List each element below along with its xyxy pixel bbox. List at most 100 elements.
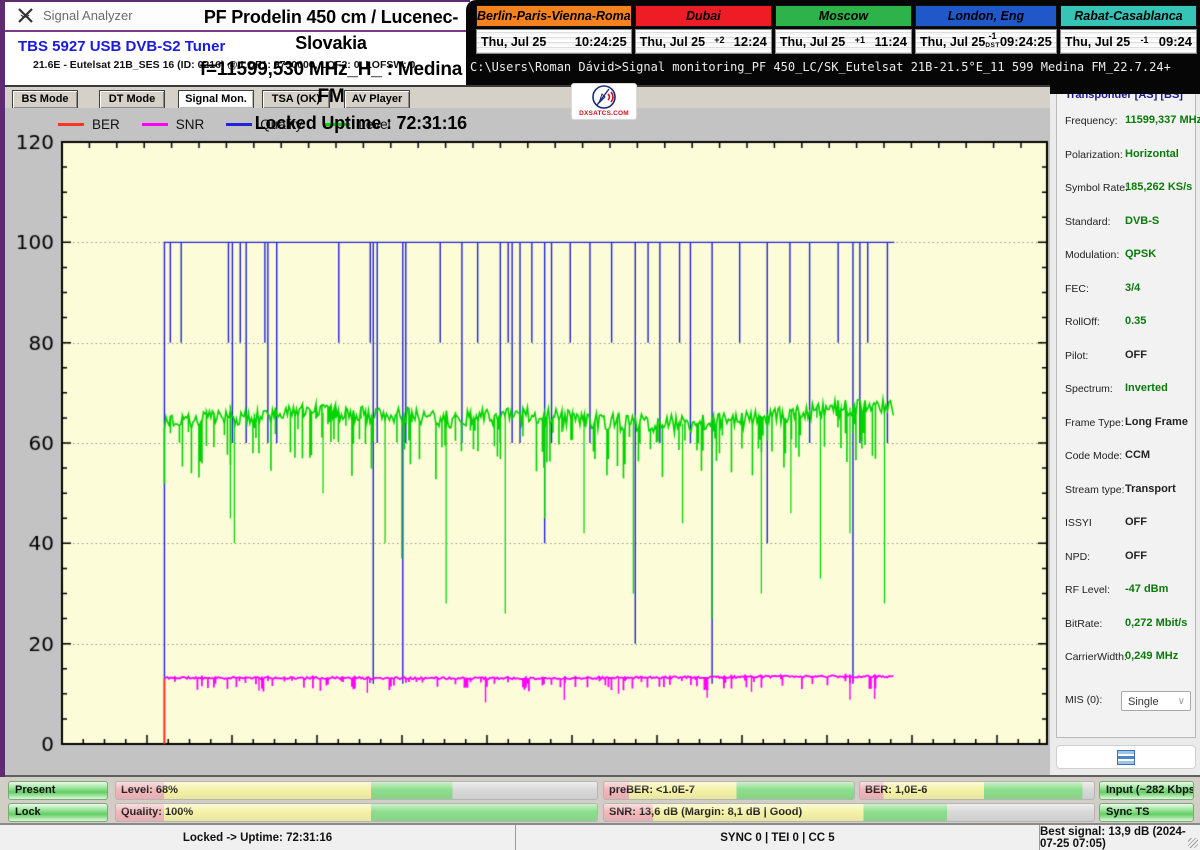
panel-label: FEC: <box>1065 282 1089 295</box>
clock-utc-offset: +2 <box>714 34 725 45</box>
panel-value: 0.35 <box>1125 315 1147 327</box>
window-title: Signal Analyzer <box>43 8 133 23</box>
clock-utc-offset: +1 <box>854 34 865 45</box>
panel-label: NPD: <box>1065 550 1091 563</box>
site-dish-location: PF Prodelin 450 cm / Lucenec-Slovakia <box>203 7 459 53</box>
panel-label: Frequency: <box>1065 115 1118 127</box>
clock-datetime: Thu, Jul 25 10:24:25 <box>476 29 632 54</box>
panel-value: CCM <box>1125 449 1151 461</box>
panel-label: Pilot: <box>1065 349 1089 362</box>
progress-bar-level: Level: 68% <box>115 781 598 800</box>
signal-analyzer-icon <box>17 7 34 29</box>
transport-stream-icon <box>1117 749 1135 765</box>
panel-value: OFF <box>1125 516 1147 528</box>
clock-city-label: Dubai <box>634 5 772 27</box>
transponder-side-panel: Transponder [AS] [BS] Frequency: 11599,33… <box>1050 85 1200 778</box>
status-button-present[interactable]: Present <box>8 781 108 800</box>
panel-value: DVB-S <box>1125 214 1160 227</box>
statusbar: Locked -> Uptime: 72:31:16 SYNC 0 | TEI … <box>0 823 1200 850</box>
statusbar-best-signal: Best signal: 13,9 dB (2024-07-25 07:05) <box>1040 825 1186 850</box>
panel-label: Spectrum: <box>1065 383 1113 395</box>
clock-time: 10:24:25 <box>574 34 627 49</box>
tab-bs-mode[interactable]: BS Mode <box>12 90 78 109</box>
clock-cell: London, Eng Thu, Jul 25 -1 DST 09:24:25 <box>915 5 1057 54</box>
panel-label: Code Mode: <box>1065 450 1123 462</box>
clock-time: 12:24 <box>733 34 767 49</box>
site-locked-uptime: Locked Uptime : 72:31:16 <box>254 113 467 133</box>
progress-bar-quality: Quality: 100% <box>115 803 598 822</box>
progress-bar-preber: preBER: <1.0E-7 <box>603 781 855 800</box>
clock-console-panel: Berlin-Paris-Vienna-Roma Thu, Jul 25 10:24… <box>466 0 1200 85</box>
panel-value: OFF <box>1125 348 1147 361</box>
site-info: PF Prodelin 450 cm / Lucenec-Slovakia f=… <box>195 4 467 133</box>
panel-label: Frame Type: <box>1065 416 1124 429</box>
clock-date: Thu, Jul 25 <box>639 34 706 49</box>
mis-label: MIS (0): <box>1065 694 1103 706</box>
panel-value: Long Frame <box>1125 415 1188 428</box>
panel-label: Standard: <box>1065 215 1111 228</box>
panel-label: BitRate: <box>1065 617 1103 630</box>
chevron-down-icon: ∨ <box>1177 696 1185 707</box>
world-clocks: Berlin-Paris-Vienna-Roma Thu, Jul 25 10:24… <box>476 5 1197 54</box>
panel-value: 11599,337 MHz <box>1125 114 1200 126</box>
mode-tabbar: BS Mode DT Mode Signal Mon. TSA (OK) AV Play… <box>0 85 1050 109</box>
status-button-lock[interactable]: Lock <box>8 803 108 822</box>
resize-grip[interactable] <box>1188 838 1198 848</box>
panel-value: 185,262 KS/s <box>1125 181 1193 193</box>
clock-city-label: Moscow <box>774 5 913 27</box>
status-button-input-282-kbps[interactable]: Input (~282 Kbps) <box>1099 781 1194 800</box>
panel-value: Inverted <box>1125 382 1168 394</box>
clock-utc-offset: -1 DST <box>985 30 1000 49</box>
clock-time: 09:24:25 <box>999 34 1052 49</box>
clock-cell: Dubai Thu, Jul 25 +2 12:24 <box>634 5 772 54</box>
panel-label: Symbol Rate: <box>1065 182 1129 194</box>
panel-value: 3/4 <box>1125 281 1141 294</box>
panel-label: Polarization: <box>1065 148 1123 161</box>
clock-time: 09:24 <box>1158 34 1192 49</box>
panel-value: 0,272 Mbit/s <box>1125 616 1188 629</box>
legend-label-ber: BER <box>92 117 120 132</box>
tab-dt-mode[interactable]: DT Mode <box>99 90 165 109</box>
window-border-left <box>0 0 5 777</box>
panel-label: CarrierWidth: <box>1065 651 1127 663</box>
panel-label: ISSYI <box>1065 517 1092 529</box>
panel-label: RollOff: <box>1065 316 1100 328</box>
clock-cell: Berlin-Paris-Vienna-Roma Thu, Jul 25 10:24… <box>476 5 632 54</box>
console-prompt: C:\Users\Roman Dávid>Signal monitoring_P… <box>470 60 1171 74</box>
panel-label: RF Level: <box>1065 584 1110 596</box>
transport-stream-button[interactable] <box>1056 745 1196 769</box>
progress-bar-ber: BER: 1,0E-6 <box>859 781 1095 800</box>
status-indicator-rows: Present Level: 68% preBER: <1.0E-7 BER: 1,0… <box>0 775 1200 823</box>
window-border-top <box>0 0 470 2</box>
panel-value: Horizontal <box>1125 147 1179 160</box>
clock-utc-offset: -1 <box>1140 34 1149 45</box>
panel-value: -47 dBm <box>1125 583 1169 595</box>
panel-value: 0,249 MHz <box>1125 650 1179 662</box>
clock-city-label: Berlin-Paris-Vienna-Roma <box>476 5 632 27</box>
mis-select[interactable]: Single ∨ <box>1121 691 1191 711</box>
panel-value: OFF <box>1125 549 1147 562</box>
dxsatcs-logo-text: DXSATCS.COM <box>579 110 629 117</box>
status-button-sync-ts[interactable]: Sync TS <box>1099 803 1194 822</box>
panel-value: Transport <box>1125 482 1176 495</box>
clock-date: Thu, Jul 25 <box>779 34 846 49</box>
clock-datetime: Thu, Jul 25 -1 DST 09:24:25 <box>915 29 1057 54</box>
clock-date: Thu, Jul 25 <box>481 34 547 49</box>
signal-analyzer-window: Signal Analyzer TBS 5927 USB DVB-S2 Tune… <box>0 0 1200 850</box>
clock-datetime: Thu, Jul 25 +1 11:24 <box>774 29 913 54</box>
site-frequency-channel: f=11599,530 MHz_H_ : Medina FM <box>199 59 463 107</box>
signal-monitor-chart: BER SNR Quality Level <box>0 108 1050 775</box>
clock-cell: Rabat-Casablanca Thu, Jul 25 -1 09:24 <box>1059 5 1197 54</box>
transponder-panel: Transponder [AS] [BS] Frequency: 11599,33… <box>1056 86 1200 738</box>
panel-label: Stream type: <box>1065 483 1125 496</box>
clock-time: 11:24 <box>874 34 908 49</box>
panel-value: QPSK <box>1125 248 1157 260</box>
legend-line-ber <box>58 123 84 126</box>
clock-datetime: Thu, Jul 25 -1 09:24 <box>1059 29 1197 54</box>
panel-label: Modulation: <box>1065 249 1120 261</box>
panel-top-overlay <box>1050 85 1200 94</box>
dxsatcs-emblem <box>592 85 616 109</box>
clock-datetime: Thu, Jul 25 +2 12:24 <box>634 29 772 54</box>
legend-line-snr <box>141 123 168 126</box>
dxsatcs-logo: DXSATCS.COM <box>571 83 637 120</box>
